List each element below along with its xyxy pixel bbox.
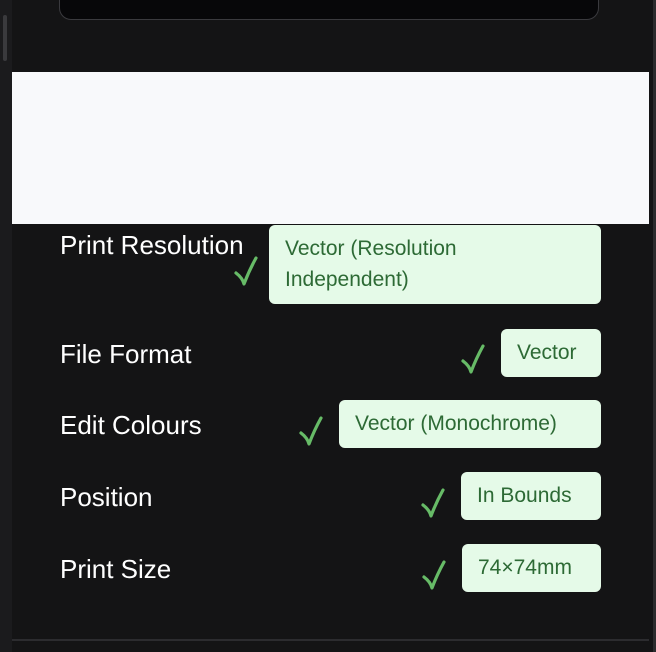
check-label: Position bbox=[60, 482, 153, 512]
check-icon bbox=[421, 488, 445, 518]
check-label: Print Size bbox=[60, 554, 172, 584]
check-row-position: Position In Bounds bbox=[0, 472, 656, 520]
check-label: File Format bbox=[60, 339, 192, 369]
design-preview-area bbox=[12, 72, 649, 224]
status-chip: Vector (Resolution Independent) bbox=[269, 225, 601, 304]
status-chip: 74×74mm bbox=[462, 544, 601, 592]
check-label: Print Resolution bbox=[60, 230, 244, 260]
status-chip: Vector (Monochrome) bbox=[339, 400, 601, 448]
check-icon bbox=[422, 560, 446, 590]
check-row-file-format: File Format Vector bbox=[0, 329, 656, 377]
scrollbar-thumb[interactable] bbox=[3, 15, 7, 61]
check-icon bbox=[299, 416, 323, 446]
status-chip: In Bounds bbox=[461, 472, 601, 520]
check-icon bbox=[234, 256, 258, 286]
check-row-print-size: Print Size 74×74mm bbox=[0, 544, 656, 592]
check-icon bbox=[461, 344, 485, 374]
check-row-print-resolution: Print Resolution Vector (Resolution Inde… bbox=[0, 225, 656, 307]
check-row-edit-colours: Edit Colours Vector (Monochrome) bbox=[0, 400, 656, 448]
design-preview-frame bbox=[59, 0, 599, 20]
status-chip: Vector bbox=[501, 329, 601, 377]
design-checks-panel: Print Resolution Vector (Resolution Inde… bbox=[0, 0, 656, 652]
footer-divider bbox=[12, 639, 649, 641]
check-label: Edit Colours bbox=[60, 410, 202, 440]
